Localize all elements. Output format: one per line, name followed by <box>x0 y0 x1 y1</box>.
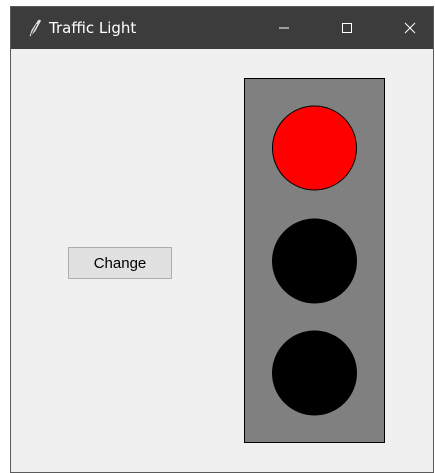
title-bar[interactable]: Traffic Light <box>11 7 433 49</box>
close-icon <box>404 22 416 34</box>
window-title: Traffic Light <box>49 19 137 37</box>
minimize-button[interactable] <box>261 7 307 49</box>
close-button[interactable] <box>387 7 433 49</box>
maximize-icon <box>341 22 353 34</box>
change-button[interactable]: Change <box>68 247 172 279</box>
maximize-button[interactable] <box>324 7 370 49</box>
feather-icon <box>26 18 46 38</box>
red-light <box>272 105 357 191</box>
main-content: Change <box>11 49 433 472</box>
green-light <box>272 330 357 416</box>
traffic-light <box>244 78 385 443</box>
minimize-icon <box>278 22 290 34</box>
yellow-light <box>272 218 357 304</box>
app-window: Traffic Light Change <box>10 6 434 473</box>
